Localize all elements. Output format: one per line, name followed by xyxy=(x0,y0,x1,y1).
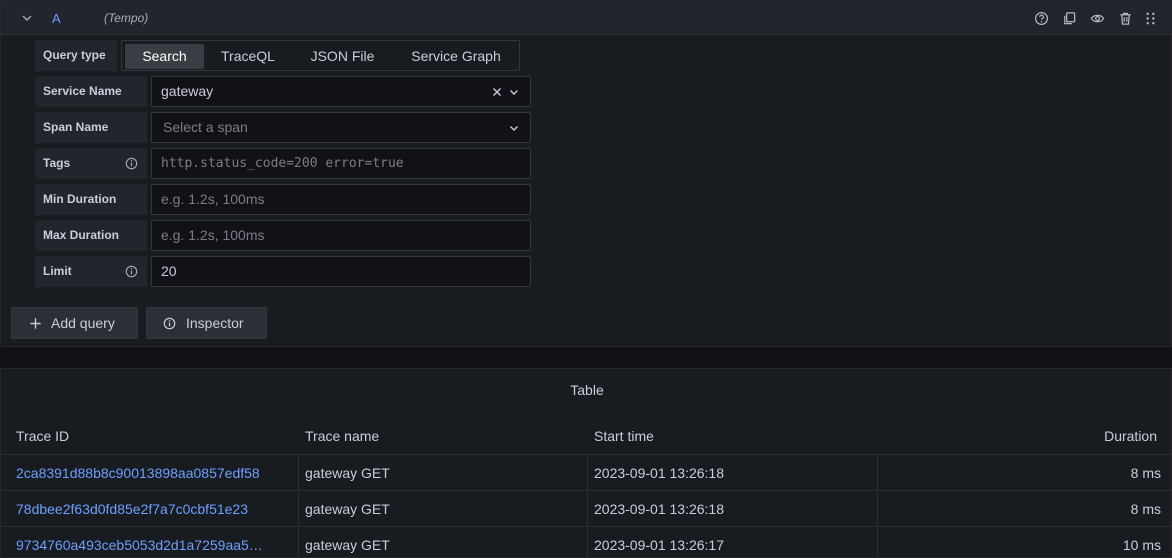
column-header-start-time[interactable]: Start time xyxy=(594,428,654,444)
column-divider xyxy=(587,527,588,558)
query-type-json-file[interactable]: JSON File xyxy=(292,44,393,69)
column-divider xyxy=(298,491,299,527)
column-header-trace-name[interactable]: Trace name xyxy=(305,428,379,444)
trace-name-cell: gateway GET xyxy=(305,465,390,481)
query-type-radio-group: Search TraceQL JSON File Service Graph xyxy=(121,40,520,71)
query-ref-id[interactable]: A xyxy=(52,11,61,26)
span-name-label: Span Name xyxy=(35,112,147,143)
span-name-placeholder: Select a span xyxy=(163,119,248,135)
limit-input[interactable]: 20 xyxy=(151,256,531,287)
table-row: 2ca8391d88b8c90013898aa0857edf58 gateway… xyxy=(1,454,1172,491)
trace-name-cell: gateway GET xyxy=(305,537,390,553)
min-duration-placeholder: e.g. 1.2s, 100ms xyxy=(161,191,265,207)
duration-cell: 8 ms xyxy=(1130,465,1161,481)
tags-label: Tags xyxy=(35,148,147,179)
limit-value: 20 xyxy=(161,263,177,279)
service-name-value: gateway xyxy=(161,83,214,99)
info-circle-icon xyxy=(163,317,176,330)
min-duration-input[interactable]: e.g. 1.2s, 100ms xyxy=(151,184,531,215)
column-divider xyxy=(587,455,588,491)
trace-id-link[interactable]: 9734760a493ceb5053d2d1a7259aa5… xyxy=(16,527,292,558)
max-duration-placeholder: e.g. 1.2s, 100ms xyxy=(161,227,265,243)
min-duration-label: Min Duration xyxy=(35,184,147,215)
close-icon[interactable] xyxy=(491,86,503,98)
service-name-select[interactable]: gateway xyxy=(151,76,531,107)
start-time-cell: 2023-09-01 13:26:18 xyxy=(594,465,724,481)
column-divider xyxy=(877,455,878,491)
query-editor-panel: A (Tempo) Query type Search TraceQL JSON… xyxy=(0,0,1172,347)
start-time-cell: 2023-09-01 13:26:18 xyxy=(594,501,724,517)
plus-icon xyxy=(30,318,41,329)
column-divider xyxy=(877,491,878,527)
span-name-select[interactable]: Select a span xyxy=(151,112,531,143)
max-duration-label: Max Duration xyxy=(35,220,147,251)
limit-label-text: Limit xyxy=(43,264,72,278)
tags-input[interactable]: http.status_code=200 error=true xyxy=(151,148,531,179)
duration-cell: 10 ms xyxy=(1122,537,1161,553)
inspector-button[interactable]: Inspector xyxy=(146,307,267,339)
table-row: 78dbee2f63d0fd85e2f7a7c0cbf51e23 gateway… xyxy=(1,490,1172,527)
info-circle-icon[interactable] xyxy=(125,265,138,278)
query-type-service-graph[interactable]: Service Graph xyxy=(395,44,517,69)
column-divider xyxy=(877,527,878,558)
table-row: 9734760a493ceb5053d2d1a7259aa5… gateway … xyxy=(1,526,1172,558)
trace-name-cell: gateway GET xyxy=(305,501,390,517)
trace-id-link[interactable]: 78dbee2f63d0fd85e2f7a7c0cbf51e23 xyxy=(16,491,292,527)
tags-placeholder: http.status_code=200 error=true xyxy=(161,156,404,171)
drag-handle-icon[interactable] xyxy=(1143,11,1158,26)
column-header-trace-id[interactable]: Trace ID xyxy=(16,428,69,444)
start-time-cell: 2023-09-01 13:26:17 xyxy=(594,537,724,553)
inspector-label: Inspector xyxy=(186,315,244,331)
chevron-down-icon[interactable] xyxy=(508,86,520,98)
chevron-down-icon[interactable] xyxy=(21,12,33,24)
add-query-button[interactable]: Add query xyxy=(11,307,138,339)
question-circle-icon[interactable] xyxy=(1034,11,1049,26)
datasource-name: (Tempo) xyxy=(104,11,149,25)
chevron-down-icon[interactable] xyxy=(508,122,520,134)
eye-icon[interactable] xyxy=(1090,11,1105,26)
column-divider xyxy=(298,527,299,558)
column-divider xyxy=(298,455,299,491)
info-circle-icon[interactable] xyxy=(125,157,138,170)
add-query-label: Add query xyxy=(51,315,115,331)
query-type-label: Query type xyxy=(35,40,117,71)
query-header: A (Tempo) xyxy=(1,1,1172,35)
table-panel: Table Trace ID Trace name Start time Dur… xyxy=(0,368,1172,558)
query-type-search[interactable]: Search xyxy=(125,44,204,69)
query-type-traceql[interactable]: TraceQL xyxy=(208,44,288,69)
panel-title: Table xyxy=(570,382,604,398)
max-duration-input[interactable]: e.g. 1.2s, 100ms xyxy=(151,220,531,251)
trace-id-link[interactable]: 2ca8391d88b8c90013898aa0857edf58 xyxy=(16,455,292,491)
tags-label-text: Tags xyxy=(43,156,71,170)
column-header-duration[interactable]: Duration xyxy=(1104,428,1157,444)
column-divider xyxy=(587,491,588,527)
duration-cell: 8 ms xyxy=(1130,501,1161,517)
limit-label: Limit xyxy=(35,256,147,287)
copy-icon[interactable] xyxy=(1062,11,1077,26)
trash-icon[interactable] xyxy=(1118,11,1133,26)
service-name-label: Service Name xyxy=(35,76,147,107)
